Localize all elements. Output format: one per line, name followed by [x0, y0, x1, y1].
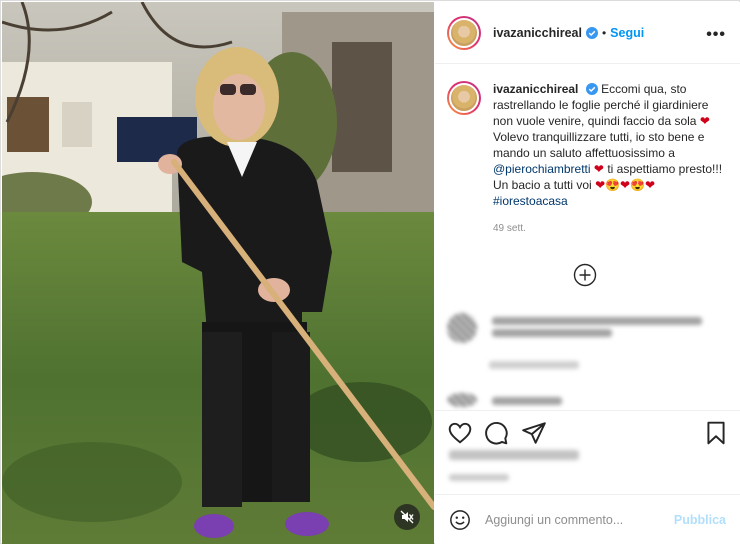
- caption-username[interactable]: ivazanicchireal: [493, 82, 578, 96]
- author-username[interactable]: ivazanicchireal: [493, 26, 582, 40]
- post-age: 49 sett.: [493, 223, 526, 234]
- more-options-icon[interactable]: •••: [706, 26, 726, 44]
- comment-item-blurred: [447, 393, 732, 410]
- post-caption: ivazanicchireal Eccomi qua, sto rastrell…: [435, 65, 740, 209]
- bookmark-icon[interactable]: [703, 420, 729, 446]
- comment-meta-blurred: [447, 357, 732, 376]
- heart-icon[interactable]: [447, 420, 473, 446]
- load-more-plus-icon[interactable]: [573, 263, 597, 287]
- post-date-blurred: [449, 474, 509, 481]
- add-comment-bar: Pubblica: [435, 494, 740, 544]
- heart-emoji: ❤: [593, 162, 604, 176]
- caption-part-2: Volevo tranquillizzare tutti, io sto ben…: [493, 130, 705, 160]
- likes-count-blurred: [449, 450, 579, 460]
- mention-link[interactable]: @pierochiambretti: [493, 162, 591, 176]
- separator-dot: •: [601, 25, 607, 40]
- author-avatar[interactable]: [447, 15, 481, 50]
- follow-button[interactable]: Segui: [610, 26, 644, 40]
- comments-section: ivazanicchireal Eccomi qua, sto rastrell…: [435, 65, 740, 410]
- emoji-icon[interactable]: [449, 509, 471, 531]
- emoji-sequence: ❤😍❤😍❤: [595, 178, 656, 192]
- heart-emoji: ❤: [699, 114, 710, 128]
- comment-icon[interactable]: [483, 420, 509, 446]
- share-icon[interactable]: [521, 420, 547, 446]
- post-side-panel: ivazanicchireal • Segui ••• ivazanicchir…: [435, 2, 740, 544]
- publish-button[interactable]: Pubblica: [674, 513, 726, 527]
- comment-input[interactable]: [485, 512, 674, 527]
- mute-icon: [400, 510, 414, 524]
- post-actions: [435, 410, 740, 450]
- verified-badge-icon: [585, 83, 598, 95]
- mute-button[interactable]: [394, 504, 420, 530]
- caption-avatar[interactable]: [447, 81, 481, 115]
- verified-badge-icon: [585, 26, 598, 39]
- caption-text: ivazanicchireal Eccomi qua, sto rastrell…: [493, 81, 723, 209]
- post-modal: ivazanicchireal • Segui ••• ivazanicchir…: [0, 0, 740, 544]
- comment-item-blurred: [447, 313, 732, 344]
- video-frame-illustration: [2, 2, 434, 544]
- post-video[interactable]: [2, 2, 434, 544]
- hashtag-link[interactable]: #iorestoacasa: [493, 194, 568, 208]
- post-header: ivazanicchireal • Segui •••: [435, 2, 740, 64]
